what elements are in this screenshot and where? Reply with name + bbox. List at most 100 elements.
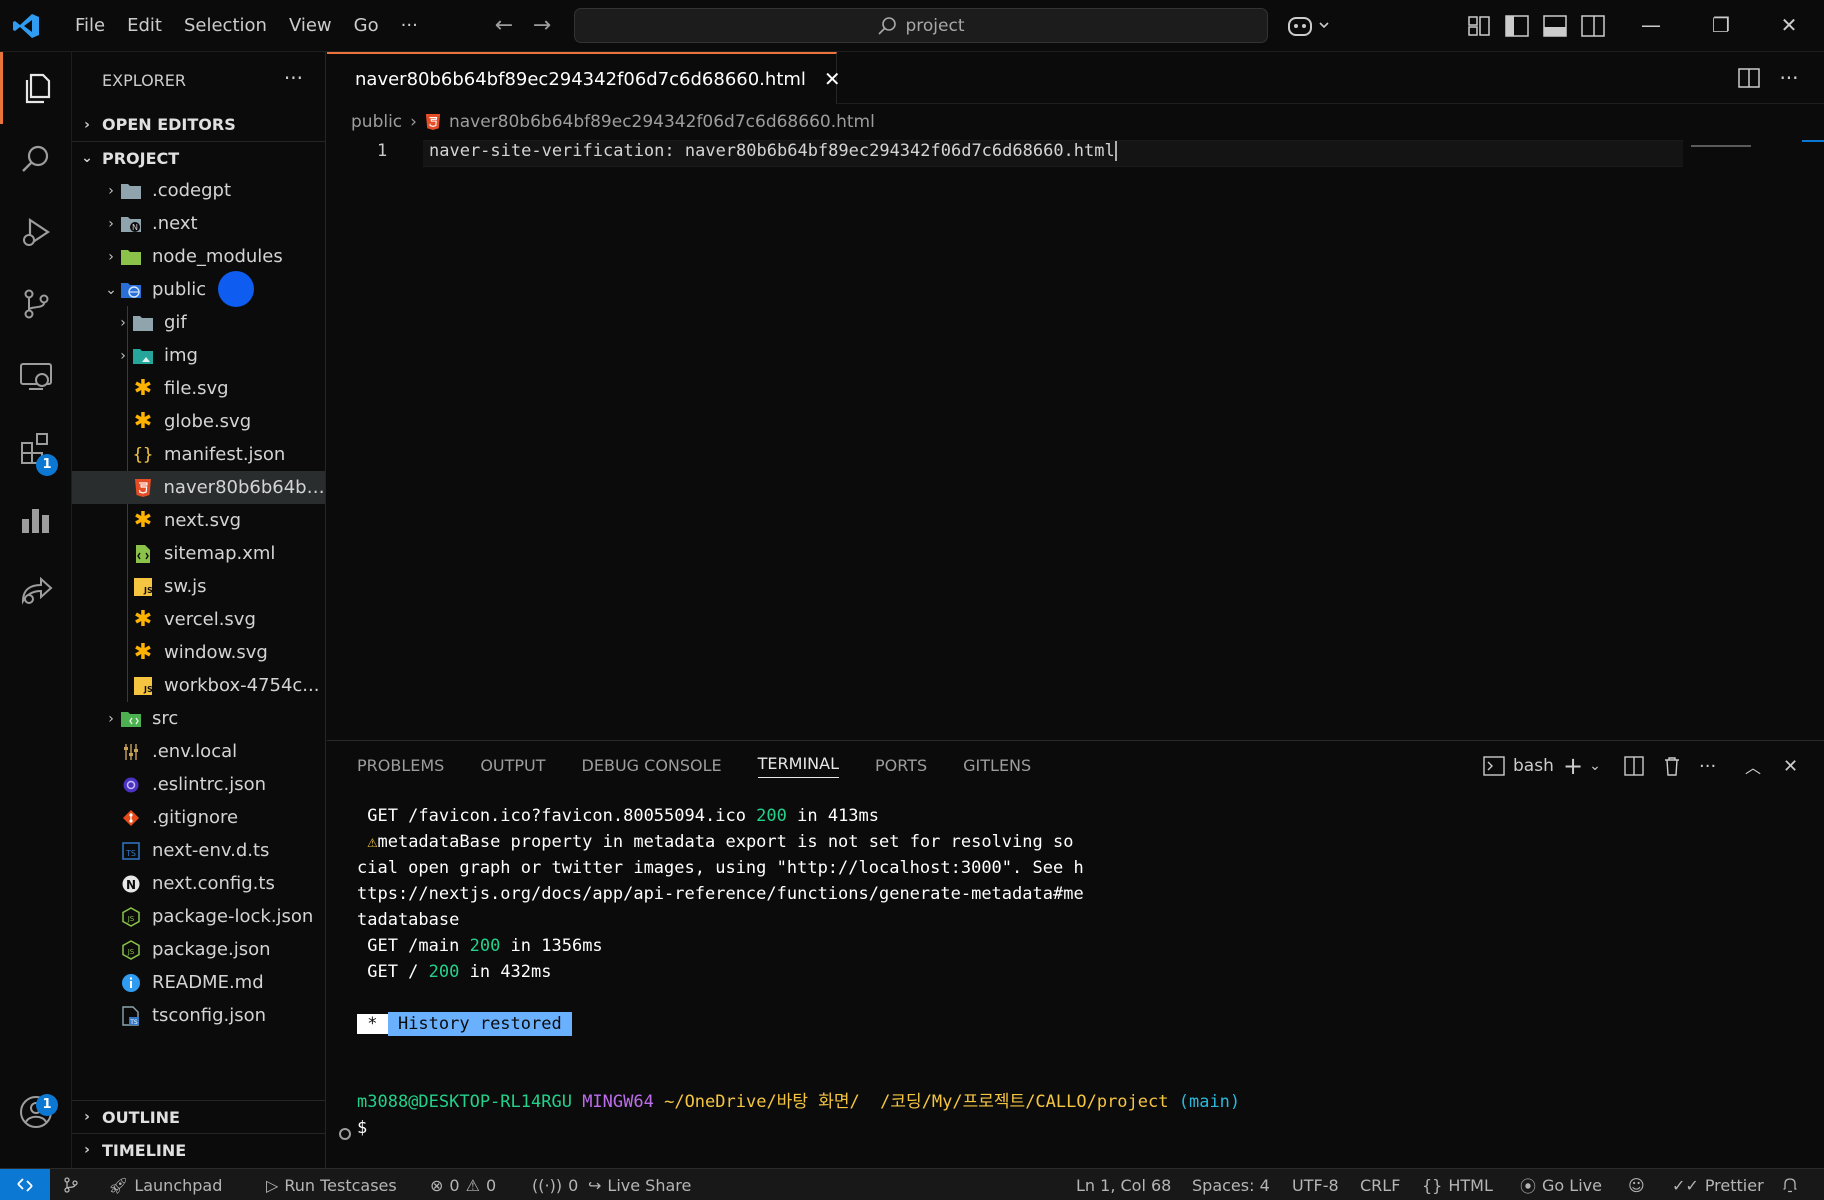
- accounts-activity[interactable]: 1: [0, 1076, 72, 1148]
- problems-status[interactable]: ⊗ 0 ⚠ 0: [430, 1169, 496, 1200]
- toggle-primary-sidebar-icon[interactable]: [1504, 13, 1530, 39]
- gitlens-activity[interactable]: [0, 484, 72, 556]
- menu-go[interactable]: Go: [343, 0, 390, 52]
- tree-item-sw-js[interactable]: JS sw.js: [72, 570, 325, 603]
- tree-item-node-modules[interactable]: › node_modules: [72, 240, 325, 273]
- tree-item-next-env-dts[interactable]: TS next-env.d.ts: [72, 834, 325, 867]
- remote-explorer-activity[interactable]: [0, 340, 72, 412]
- close-panel-icon[interactable]: ✕: [1783, 753, 1798, 779]
- tree-item-globe-svg[interactable]: ✱ globe.svg: [72, 405, 325, 438]
- trash-icon[interactable]: [1661, 753, 1683, 779]
- tree-item-img[interactable]: › img: [72, 339, 325, 372]
- indentation-status[interactable]: Spaces: 4: [1192, 1169, 1270, 1200]
- tree-item-next-svg[interactable]: ✱ next.svg: [72, 504, 325, 537]
- encoding-status[interactable]: UTF-8: [1292, 1169, 1339, 1200]
- tree-item-package-lock-json[interactable]: JS package-lock.json: [72, 900, 325, 933]
- tab-debug-console[interactable]: DEBUG CONSOLE: [582, 741, 722, 791]
- toggle-secondary-sidebar-icon[interactable]: [1580, 13, 1606, 39]
- tab-terminal[interactable]: TERMINAL: [757, 754, 840, 778]
- maximize-panel-icon[interactable]: ︿: [1745, 753, 1761, 779]
- cursor-position-status[interactable]: Ln 1, Col 68: [1076, 1169, 1171, 1200]
- minimap[interactable]: [1691, 145, 1751, 147]
- terminal-output[interactable]: GET /favicon.ico?favicon.80055094.ico 20…: [357, 803, 1240, 1141]
- tab-close-button[interactable]: ✕: [824, 67, 841, 91]
- back-arrow-icon[interactable]: ←: [492, 14, 516, 38]
- command-center-search[interactable]: project: [574, 8, 1268, 43]
- tree-item-workbox-js[interactable]: JS workbox-4754c...: [72, 669, 325, 702]
- menu-view[interactable]: View: [278, 0, 343, 52]
- code-line[interactable]: naver-site-verification: naver80b6b64bf8…: [429, 141, 1117, 161]
- breadcrumb-file[interactable]: naver80b6b64bf89ec294342f06d7c6d68660.ht…: [449, 112, 875, 132]
- go-live-status[interactable]: ⦿ Go Live: [1520, 1169, 1602, 1200]
- split-editor-icon[interactable]: [1737, 66, 1761, 90]
- customize-layout-icon[interactable]: [1466, 13, 1492, 39]
- extensions-activity[interactable]: 1: [0, 412, 72, 484]
- tree-item-gif[interactable]: › gif: [72, 306, 325, 339]
- outline-section[interactable]: › OUTLINE: [72, 1100, 325, 1133]
- open-editors-section[interactable]: › OPEN EDITORS: [72, 108, 325, 141]
- tree-item-readme-md[interactable]: README.md: [72, 966, 325, 999]
- tree-item-window-svg[interactable]: ✱ window.svg: [72, 636, 325, 669]
- copilot-icon[interactable]: [1286, 12, 1332, 40]
- tree-item-eslintrc-json[interactable]: .eslintrc.json: [72, 768, 325, 801]
- tree-item-gitignore[interactable]: .gitignore: [72, 801, 325, 834]
- project-section[interactable]: ⌄ PROJECT: [72, 141, 325, 174]
- panel-more-button[interactable]: ···: [1699, 753, 1716, 779]
- tree-item-public[interactable]: ⌄ public: [72, 271, 325, 307]
- tree-item-env-local[interactable]: .env.local: [72, 735, 325, 768]
- tree-item-codegpt[interactable]: › .codegpt: [72, 174, 325, 207]
- tree-item-sitemap-xml[interactable]: sitemap.xml: [72, 537, 325, 570]
- new-terminal-button[interactable]: + ⌄: [1563, 752, 1601, 780]
- live-share-activity[interactable]: [0, 556, 72, 628]
- folder-icon: [120, 180, 142, 202]
- code-editor[interactable]: 1 naver-site-verification: naver80b6b64b…: [327, 140, 1824, 740]
- copilot-status[interactable]: ☺: [1628, 1169, 1645, 1200]
- tree-item-vercel-svg[interactable]: ✱ vercel.svg: [72, 603, 325, 636]
- tab-gitlens[interactable]: GITLENS: [963, 741, 1031, 791]
- tree-item-naver-html[interactable]: naver80b6b64bf...: [72, 471, 325, 504]
- close-window-button[interactable]: ✕: [1774, 10, 1804, 40]
- tree-item-next-config-ts[interactable]: N next.config.ts: [72, 867, 325, 900]
- explorer-more-button[interactable]: ···: [284, 66, 303, 90]
- ports-status[interactable]: ((·)) 0: [532, 1169, 578, 1200]
- search-activity[interactable]: [0, 124, 72, 196]
- run-testcases-status[interactable]: ▷ Run Testcases: [266, 1169, 397, 1200]
- prettier-status[interactable]: ✓✓ Prettier: [1672, 1169, 1764, 1200]
- language-status[interactable]: {} HTML: [1422, 1169, 1493, 1200]
- breadcrumb-folder[interactable]: public: [351, 112, 402, 132]
- explorer-activity[interactable]: [0, 52, 72, 124]
- menu-more[interactable]: ···: [390, 0, 429, 52]
- split-terminal-icon[interactable]: [1623, 753, 1645, 779]
- timeline-section[interactable]: › TIMELINE: [72, 1133, 325, 1166]
- toggle-panel-icon[interactable]: [1542, 13, 1568, 39]
- minimize-button[interactable]: —: [1636, 10, 1666, 40]
- launchpad-status[interactable]: 🚀︎ Launchpad: [108, 1169, 222, 1200]
- editor-tab-naver-html[interactable]: naver80b6b64bf89ec294342f06d7c6d68660.ht…: [327, 52, 841, 104]
- source-control-activity[interactable]: [0, 268, 72, 340]
- git-graph-status[interactable]: [62, 1169, 80, 1200]
- tree-item-tsconfig-json[interactable]: TS tsconfig.json: [72, 999, 325, 1032]
- restore-button[interactable]: ❐: [1706, 10, 1736, 40]
- run-debug-activity[interactable]: [0, 196, 72, 268]
- forward-arrow-icon[interactable]: →: [530, 14, 554, 38]
- tree-item-file-svg[interactable]: ✱ file.svg: [72, 372, 325, 405]
- menu-edit[interactable]: Edit: [116, 0, 173, 52]
- terminal-profile[interactable]: bash: [1483, 753, 1554, 779]
- live-share-status[interactable]: ↪ Live Share: [588, 1169, 691, 1200]
- remote-indicator[interactable]: [0, 1168, 50, 1200]
- tab-problems[interactable]: PROBLEMS: [357, 741, 444, 791]
- tree-item-manifest-json[interactable]: {} manifest.json: [72, 438, 325, 471]
- menu-file[interactable]: File: [64, 0, 116, 52]
- eslint-file-icon: [120, 774, 142, 796]
- vscode-logo-icon[interactable]: [12, 13, 40, 39]
- tree-item-package-json[interactable]: JS package.json: [72, 933, 325, 966]
- eol-status[interactable]: CRLF: [1360, 1169, 1400, 1200]
- tab-output[interactable]: OUTPUT: [480, 741, 545, 791]
- tree-item-src[interactable]: › src: [72, 702, 325, 735]
- tab-ports[interactable]: PORTS: [875, 741, 927, 791]
- command-decoration-icon[interactable]: [339, 1128, 351, 1140]
- tree-item-next[interactable]: › N .next: [72, 207, 325, 240]
- menu-selection[interactable]: Selection: [173, 0, 278, 52]
- notifications-status[interactable]: [1782, 1169, 1798, 1200]
- editor-more-actions-button[interactable]: ···: [1777, 66, 1801, 90]
